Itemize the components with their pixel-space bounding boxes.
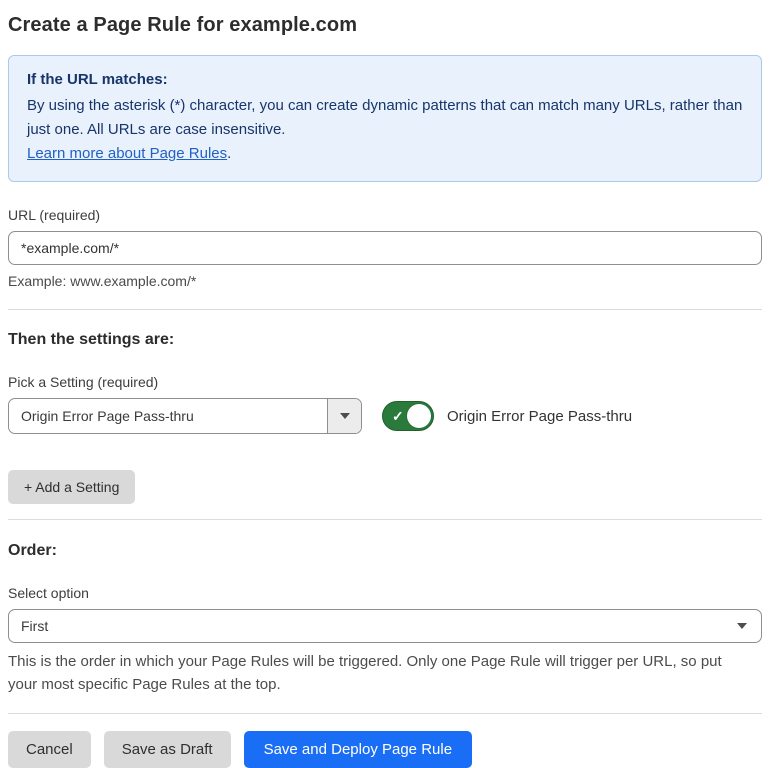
setting-dropdown-button[interactable] — [327, 399, 361, 433]
url-match-info-box: If the URL matches: By using the asteris… — [8, 55, 762, 182]
info-box-link-line: Learn more about Page Rules. — [27, 142, 743, 166]
order-help-text: This is the order in which your Page Rul… — [8, 653, 722, 693]
pick-setting-label: Pick a Setting (required) — [8, 374, 159, 390]
section-divider — [8, 309, 762, 310]
link-suffix: . — [227, 145, 232, 162]
order-select[interactable]: First — [8, 609, 762, 643]
learn-more-link[interactable]: Learn more about Page Rules — [27, 145, 227, 162]
save-as-draft-button[interactable]: Save as Draft — [103, 731, 231, 768]
checkmark-icon: ✓ — [392, 408, 404, 424]
setting-dropdown[interactable]: Origin Error Page Pass-thru — [8, 398, 362, 434]
order-select-value: First — [21, 618, 49, 634]
chevron-down-icon — [737, 623, 747, 629]
order-select-label: Select option — [8, 585, 89, 601]
setting-dropdown-value: Origin Error Page Pass-thru — [21, 408, 194, 424]
save-and-deploy-button[interactable]: Save and Deploy Page Rule — [243, 731, 473, 768]
section-divider — [8, 519, 762, 520]
url-example-hint: Example: www.example.com/* — [8, 273, 197, 289]
url-field-label: URL (required) — [8, 207, 101, 223]
order-section-heading: Order: — [8, 542, 57, 559]
chevron-down-icon — [339, 413, 350, 419]
url-input[interactable] — [8, 231, 762, 265]
setting-row: Origin Error Page Pass-thru ✓ Origin Err… — [8, 398, 762, 434]
cancel-button[interactable]: Cancel — [8, 731, 91, 768]
toggle-knob — [407, 404, 431, 428]
info-box-heading: If the URL matches: — [27, 71, 168, 88]
footer-divider — [8, 713, 762, 714]
setting-toggle-label: Origin Error Page Pass-thru — [447, 407, 633, 425]
page-title: Create a Page Rule for example.com — [8, 14, 358, 36]
footer-actions: Cancel Save as Draft Save and Deploy Pag… — [8, 731, 762, 768]
info-box-body: By using the asterisk (*) character, you… — [27, 97, 743, 138]
settings-section-heading: Then the settings are: — [8, 331, 175, 348]
add-setting-button[interactable]: + Add a Setting — [8, 470, 136, 504]
setting-toggle[interactable]: ✓ — [382, 401, 434, 431]
